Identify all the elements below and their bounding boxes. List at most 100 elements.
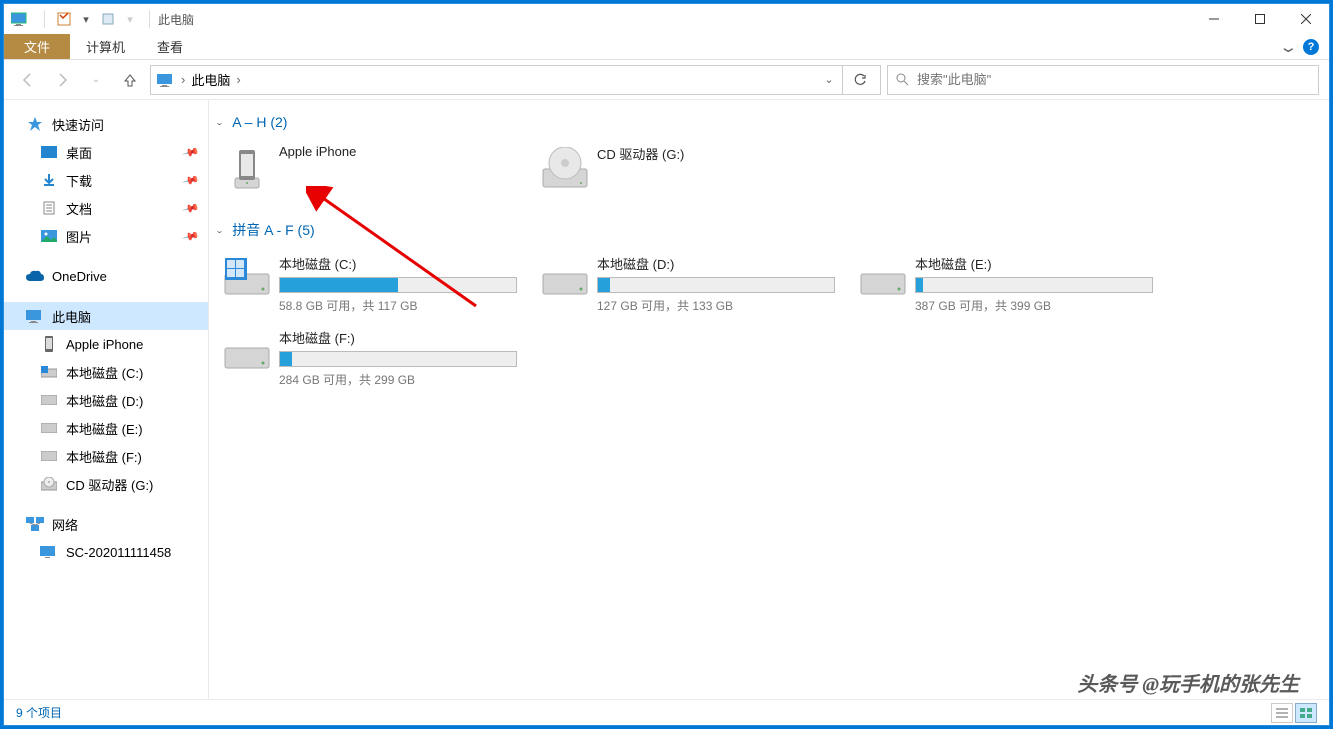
breadcrumb-thispc[interactable]: 此电脑 — [185, 66, 236, 94]
iphone-large-icon — [219, 144, 275, 192]
disk-f-label: 本地磁盘 (F:) — [279, 328, 529, 347]
qat-dropdown2-icon[interactable]: ▾ — [119, 8, 141, 30]
nav-disk-f[interactable]: 本地磁盘 (F:) — [4, 442, 208, 470]
maximize-button[interactable] — [1237, 4, 1283, 34]
nav-desktop[interactable]: 桌面 📌 — [4, 138, 208, 166]
pin-icon: 📌 — [182, 227, 200, 245]
pictures-icon — [40, 230, 58, 242]
qat-dropdown-icon[interactable]: ▾ — [75, 8, 97, 30]
device-cddrive[interactable]: CD 驱动器 (G:) — [533, 140, 851, 196]
tab-file[interactable]: 文件 — [4, 34, 70, 59]
search-icon — [896, 73, 909, 86]
disk-c-bar — [279, 277, 517, 293]
chevron-down-icon: ⌄ — [215, 225, 224, 234]
cd-large-icon — [537, 144, 593, 192]
disk-e-label: 本地磁盘 (E:) — [915, 254, 1165, 273]
quick-access-toolbar: ▾ ▾ — [36, 8, 141, 30]
nav-apple-iphone[interactable]: Apple iPhone — [4, 330, 208, 358]
nav-downloads-label: 下载 — [66, 171, 92, 190]
nav-network-computer[interactable]: SC-202011111458 — [4, 538, 208, 566]
nav-pictures[interactable]: 图片 📌 — [4, 222, 208, 250]
status-item-count: 9 个项目 — [16, 704, 62, 721]
address-toolbar: ⌄ › 此电脑 › ⌄ — [4, 60, 1329, 100]
search-input[interactable] — [917, 72, 1310, 87]
desktop-icon — [40, 146, 58, 158]
expand-ribbon-icon[interactable]: ⌄ — [1279, 38, 1299, 56]
up-button[interactable] — [116, 66, 144, 94]
disk-large-icon — [855, 254, 911, 302]
disk-c-label: 本地磁盘 (C:) — [279, 254, 529, 273]
forward-button[interactable] — [48, 66, 76, 94]
nav-onedrive-label: OneDrive — [52, 269, 107, 284]
recent-dropdown-icon[interactable]: ⌄ — [82, 66, 110, 94]
nav-disk-c[interactable]: 本地磁盘 (C:) — [4, 358, 208, 386]
nav-disk-f-label: 本地磁盘 (F:) — [66, 447, 142, 466]
disk-f-bar — [279, 351, 517, 367]
nav-downloads[interactable]: 下载 📌 — [4, 166, 208, 194]
help-icon[interactable]: ? — [1303, 39, 1319, 55]
disk-icon — [40, 423, 58, 433]
qat-item-icon[interactable] — [97, 8, 119, 30]
disk-d[interactable]: 本地磁盘 (D:) 127 GB 可用，共 133 GB — [533, 250, 851, 318]
view-tiles-button[interactable] — [1295, 703, 1317, 723]
watermark-text: 头条号 @玩手机的张先生 — [1077, 668, 1299, 697]
nav-network[interactable]: 网络 — [4, 510, 208, 538]
disk-f[interactable]: 本地磁盘 (F:) 284 GB 可用，共 299 GB — [215, 324, 533, 392]
chevron-down-icon: ⌄ — [215, 117, 224, 126]
nav-documents[interactable]: 文档 📌 — [4, 194, 208, 222]
nav-disk-d-label: 本地磁盘 (D:) — [66, 391, 143, 410]
minimize-button[interactable] — [1191, 4, 1237, 34]
pin-icon: 📌 — [182, 171, 200, 189]
content-pane: ⌄ A – H (2) Apple iPhone — [209, 100, 1329, 699]
breadcrumb-root-icon[interactable] — [155, 66, 181, 94]
nav-quick-access-label: 快速访问 — [52, 115, 104, 134]
disk-d-info: 127 GB 可用，共 133 GB — [597, 297, 847, 314]
disk-c[interactable]: 本地磁盘 (C:) 58.8 GB 可用，共 117 GB — [215, 250, 533, 318]
nav-pictures-label: 图片 — [66, 227, 92, 246]
nav-this-pc[interactable]: 此电脑 — [4, 302, 208, 330]
pin-icon: 📌 — [182, 143, 200, 161]
cd-icon — [40, 477, 58, 491]
tab-view[interactable]: 查看 — [141, 34, 199, 59]
device-iphone-label: Apple iPhone — [279, 144, 529, 159]
disk-large-icon — [219, 328, 275, 376]
address-dropdown-icon[interactable]: ⌄ — [816, 66, 842, 94]
disk-icon — [40, 366, 58, 378]
navigation-pane: 快速访问 桌面 📌 下载 📌 文档 📌 — [4, 100, 209, 699]
back-button[interactable] — [14, 66, 42, 94]
system-icon — [10, 11, 30, 28]
disk-large-icon — [537, 254, 593, 302]
disk-e[interactable]: 本地磁盘 (E:) 387 GB 可用，共 399 GB — [851, 250, 1169, 318]
disk-icon — [40, 395, 58, 405]
nav-this-pc-label: 此电脑 — [52, 307, 91, 326]
qat-properties-icon[interactable] — [53, 8, 75, 30]
group-ah-label: A – H (2) — [232, 114, 287, 130]
nav-disk-d[interactable]: 本地磁盘 (D:) — [4, 386, 208, 414]
nav-network-computer-label: SC-202011111458 — [66, 545, 171, 560]
nav-cd-g[interactable]: CD 驱动器 (G:) — [4, 470, 208, 498]
window-title: 此电脑 — [158, 11, 194, 28]
view-details-button[interactable] — [1271, 703, 1293, 723]
group-header-pinyin[interactable]: ⌄ 拼音 A - F (5) — [215, 220, 1319, 240]
nav-disk-e-label: 本地磁盘 (E:) — [66, 419, 143, 438]
device-apple-iphone[interactable]: Apple iPhone — [215, 140, 533, 196]
group-header-ah[interactable]: ⌄ A – H (2) — [215, 114, 1319, 130]
ribbon: 文件 计算机 查看 ⌄ ? — [4, 34, 1329, 60]
group-pinyin-label: 拼音 A - F (5) — [232, 220, 314, 240]
search-box[interactable] — [887, 65, 1319, 95]
close-button[interactable] — [1283, 4, 1329, 34]
address-box[interactable]: › 此电脑 › ⌄ — [150, 65, 881, 95]
cloud-icon — [26, 270, 44, 282]
disk-c-info: 58.8 GB 可用，共 117 GB — [279, 297, 529, 314]
disk-e-bar — [915, 277, 1153, 293]
document-icon — [40, 201, 58, 215]
refresh-button[interactable] — [842, 65, 876, 95]
breadcrumb-chevron2-icon[interactable]: › — [236, 66, 240, 94]
nav-disk-e[interactable]: 本地磁盘 (E:) — [4, 414, 208, 442]
nav-onedrive[interactable]: OneDrive — [4, 262, 208, 290]
disk-icon — [40, 451, 58, 461]
tab-computer[interactable]: 计算机 — [70, 34, 141, 59]
thispc-icon — [26, 309, 44, 323]
nav-quick-access[interactable]: 快速访问 — [4, 110, 208, 138]
download-icon — [40, 173, 58, 187]
